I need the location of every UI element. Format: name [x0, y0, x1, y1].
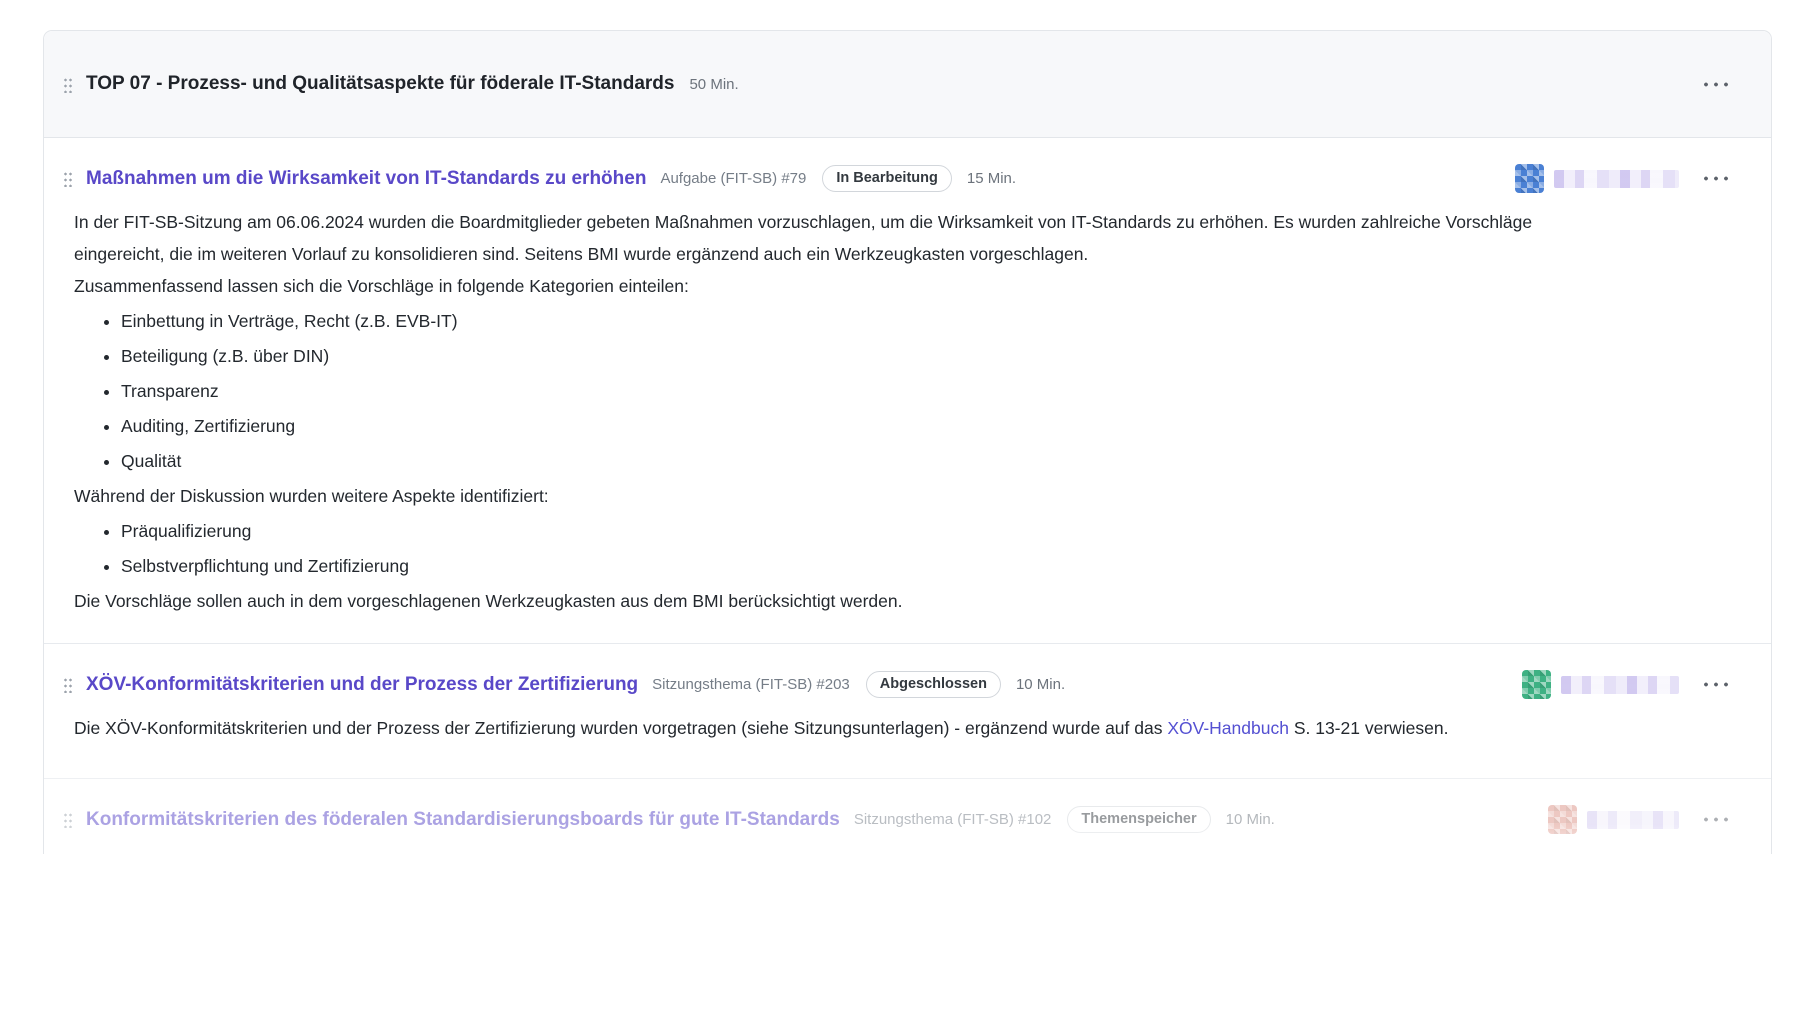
- bullet-item: Präqualifizierung: [121, 515, 1554, 547]
- avatar: [1522, 670, 1551, 699]
- assignee-name-redacted: [1554, 170, 1679, 188]
- item-duration: 15 Min.: [967, 170, 1016, 187]
- item-duration: 10 Min.: [1016, 676, 1065, 693]
- item-header-row: Konformitätskriterien des föderalen Stan…: [44, 779, 1771, 854]
- item-title-link[interactable]: XÖV-Konformitätskriterien und der Prozes…: [86, 674, 638, 696]
- item-header-row: Maßnahmen um die Wirksamkeit von IT-Stan…: [44, 138, 1771, 193]
- assignee-name-redacted: [1561, 676, 1679, 694]
- bullet-list: Präqualifizierung Selbstverpflichtung un…: [74, 515, 1554, 582]
- bullet-item: Einbettung in Verträge, Recht (z.B. EVB-…: [121, 305, 1554, 337]
- item-description: In der FIT-SB-Sitzung am 06.06.2024 wurd…: [44, 206, 1744, 643]
- assignee-chip[interactable]: [1548, 805, 1679, 834]
- text-segment: Die XÖV-Konformitätskriterien und der Pr…: [74, 718, 1167, 738]
- drag-handle-icon[interactable]: [63, 676, 73, 693]
- item-description: Die XÖV-Konformitätskriterien und der Pr…: [44, 712, 1744, 778]
- item-header-row: XÖV-Konformitätskriterien und der Prozes…: [44, 644, 1771, 699]
- ellipsis-menu-icon[interactable]: [1701, 176, 1731, 181]
- item-title-link[interactable]: Konformitätskriterien des föderalen Stan…: [86, 809, 840, 831]
- section-header: TOP 07 - Prozess- und Qualitätsaspekte f…: [44, 31, 1771, 138]
- status-badge[interactable]: In Bearbeitung: [822, 165, 952, 192]
- agenda-item-massnahmen: Maßnahmen um die Wirksamkeit von IT-Stan…: [44, 138, 1771, 643]
- paragraph: Während der Diskussion wurden weitere As…: [74, 480, 1554, 512]
- ellipsis-menu-icon[interactable]: [1701, 682, 1731, 687]
- item-type-reference: Sitzungsthema (FIT-SB) #203: [652, 676, 850, 693]
- item-duration: 10 Min.: [1226, 811, 1275, 828]
- paragraph: In der FIT-SB-Sitzung am 06.06.2024 wurd…: [74, 206, 1554, 270]
- xoev-handbuch-link[interactable]: XÖV-Handbuch: [1167, 718, 1289, 738]
- bullet-item: Beteiligung (z.B. über DIN): [121, 340, 1554, 372]
- item-title-link[interactable]: Maßnahmen um die Wirksamkeit von IT-Stan…: [86, 168, 646, 190]
- status-badge[interactable]: Abgeschlossen: [866, 671, 1001, 698]
- bullet-item: Selbstverpflichtung und Zertifizierung: [121, 550, 1554, 582]
- agenda-item-konformitaetskriterien: Konformitätskriterien des föderalen Stan…: [44, 778, 1771, 854]
- bullet-item: Auditing, Zertifizierung: [121, 410, 1554, 442]
- item-type-reference: Sitzungsthema (FIT-SB) #102: [854, 811, 1052, 828]
- agenda-item-xoev-konformitaet: XÖV-Konformitätskriterien und der Prozes…: [44, 643, 1771, 778]
- bullet-item: Transparenz: [121, 375, 1554, 407]
- paragraph: Zusammenfassend lassen sich die Vorschlä…: [74, 270, 1554, 302]
- paragraph: Die Vorschläge sollen auch in dem vorges…: [74, 585, 1554, 617]
- status-badge[interactable]: Themenspeicher: [1067, 806, 1210, 833]
- drag-handle-icon[interactable]: [63, 170, 73, 187]
- drag-handle-icon[interactable]: [63, 811, 73, 828]
- avatar: [1515, 164, 1544, 193]
- item-type-reference: Aufgabe (FIT-SB) #79: [660, 170, 806, 187]
- ellipsis-menu-icon[interactable]: [1701, 817, 1731, 822]
- assignee-name-redacted: [1587, 811, 1679, 829]
- ellipsis-menu-icon[interactable]: [1701, 82, 1731, 87]
- agenda-section-panel: TOP 07 - Prozess- und Qualitätsaspekte f…: [43, 30, 1772, 854]
- avatar: [1548, 805, 1577, 834]
- text-segment: S. 13-21 verwiesen.: [1289, 718, 1449, 738]
- section-title: TOP 07 - Prozess- und Qualitätsaspekte f…: [86, 73, 674, 95]
- assignee-chip[interactable]: [1522, 670, 1679, 699]
- assignee-chip[interactable]: [1515, 164, 1679, 193]
- bullet-item: Qualität: [121, 445, 1554, 477]
- bullet-list: Einbettung in Verträge, Recht (z.B. EVB-…: [74, 305, 1554, 477]
- paragraph: Die XÖV-Konformitätskriterien und der Pr…: [74, 712, 1554, 744]
- drag-handle-icon[interactable]: [63, 76, 73, 93]
- section-duration: 50 Min.: [689, 76, 738, 93]
